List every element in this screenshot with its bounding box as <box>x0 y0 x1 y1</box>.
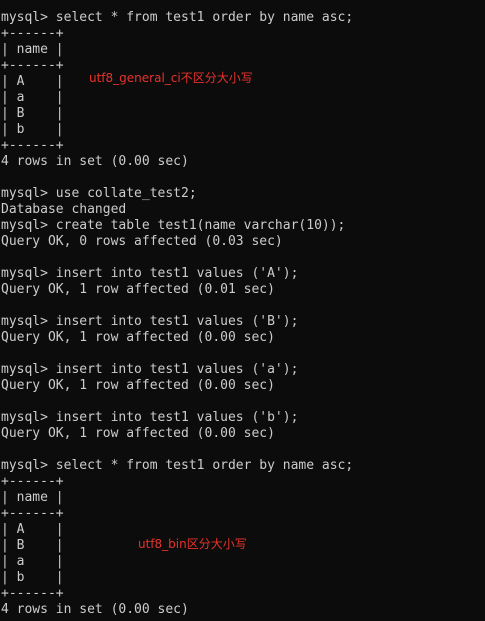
terminal-line: Query OK, 1 row affected (0.00 sec) <box>1 378 275 393</box>
terminal-line: | name | <box>1 490 64 505</box>
terminal-line: +------+ <box>1 138 64 153</box>
terminal-line: | b | <box>1 122 64 137</box>
annotation-general-ci: utf8_general_ci不区分大小写 <box>89 71 253 85</box>
terminal-line: +------+ <box>1 474 64 489</box>
annotation-bin: utf8_bin区分大小写 <box>138 537 247 551</box>
terminal-line: mysql> select * from test1 order by name… <box>1 10 354 25</box>
terminal-line: Query OK, 1 row affected (0.00 sec) <box>1 426 275 441</box>
terminal-line: Query OK, 1 row affected (0.01 sec) <box>1 282 275 297</box>
terminal-line: 4 rows in set (0.00 sec) <box>1 602 189 617</box>
terminal-line: mysql> create table test1(name varchar(1… <box>1 218 346 233</box>
terminal-line: mysql> use collate_test2; <box>1 186 197 201</box>
terminal-line: +------+ <box>1 506 64 521</box>
terminal-line: +------+ <box>1 586 64 601</box>
terminal-line: Database changed <box>1 202 127 217</box>
terminal-line: | a | <box>1 554 64 569</box>
terminal-output: mysql> select * from test1 order by name… <box>1 10 485 618</box>
terminal-line: mysql> select * from test1 order by name… <box>1 458 354 473</box>
terminal-line: mysql> insert into test1 values ('a'); <box>1 362 299 377</box>
terminal-line: | b | <box>1 570 64 585</box>
terminal-line: Query OK, 0 rows affected (0.03 sec) <box>1 234 283 249</box>
terminal-line: Query OK, 1 row affected (0.00 sec) <box>1 330 275 345</box>
terminal-line: | A | <box>1 522 64 537</box>
terminal-line: +------+ <box>1 26 64 41</box>
terminal-line: | B | <box>1 106 64 121</box>
terminal-line: mysql> insert into test1 values ('b'); <box>1 410 299 425</box>
terminal-line: mysql> insert into test1 values ('B'); <box>1 314 299 329</box>
terminal-line: | a | <box>1 90 64 105</box>
terminal-line: mysql> insert into test1 values ('A'); <box>1 266 299 281</box>
terminal-line: 4 rows in set (0.00 sec) <box>1 154 189 169</box>
terminal-line: | name | <box>1 42 64 57</box>
